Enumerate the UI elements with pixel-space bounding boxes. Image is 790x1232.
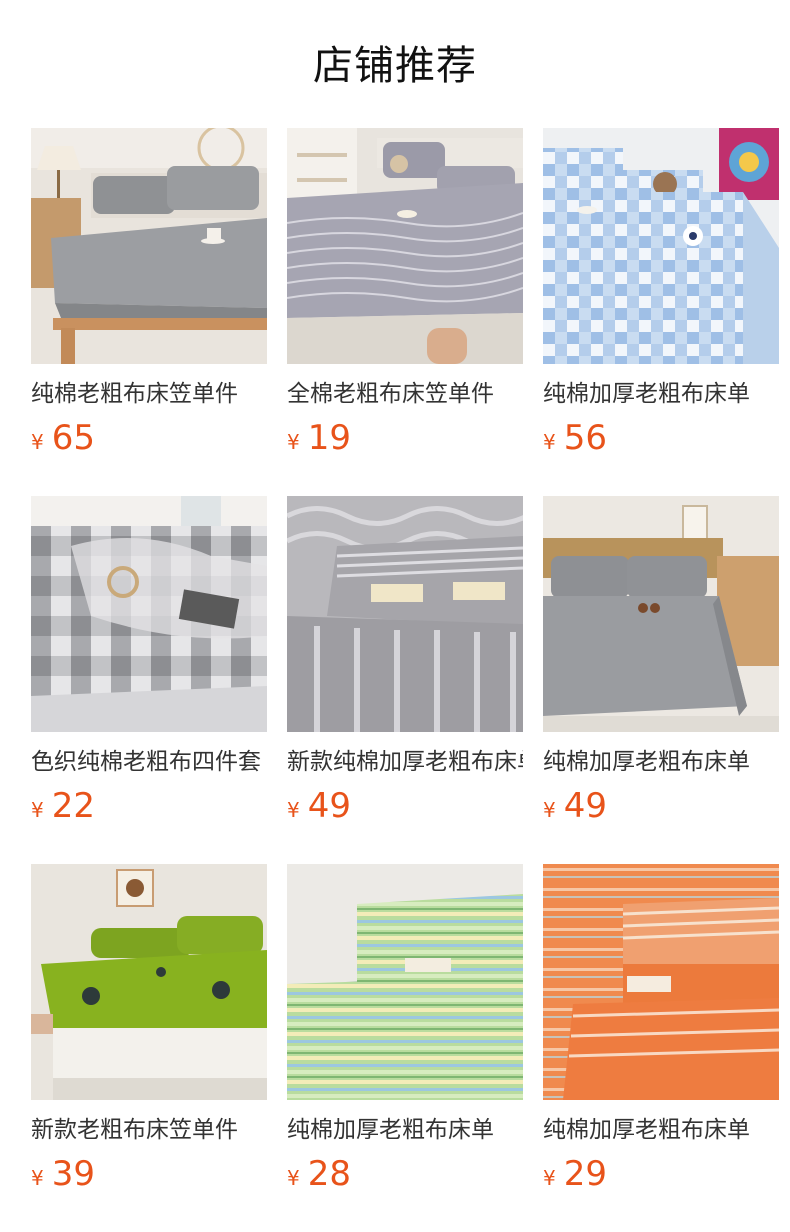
product-name[interactable]: 新款纯棉加厚老粗布床单 xyxy=(287,746,523,778)
product-image[interactable] xyxy=(543,496,779,732)
product-image[interactable] xyxy=(543,128,779,364)
product-name[interactable]: 纯棉加厚老粗布床单 xyxy=(543,1114,779,1146)
currency-symbol: ¥ xyxy=(31,1166,44,1190)
product-image[interactable] xyxy=(31,128,267,364)
price-value: 49 xyxy=(563,786,607,826)
product-name[interactable]: 全棉老粗布床笠单件 xyxy=(287,378,523,410)
product-card[interactable]: 色织纯棉老粗布四件套 ¥22 xyxy=(31,496,267,864)
price-value: 19 xyxy=(307,418,351,458)
product-name[interactable]: 纯棉老粗布床笠单件 xyxy=(31,378,267,410)
section-title: 店铺推荐 xyxy=(313,43,477,89)
product-name[interactable]: 纯棉加厚老粗布床单 xyxy=(287,1114,523,1146)
currency-symbol: ¥ xyxy=(31,430,44,454)
product-name[interactable]: 色织纯棉老粗布四件套 xyxy=(31,746,267,778)
product-image[interactable] xyxy=(287,496,523,732)
currency-symbol: ¥ xyxy=(543,1166,556,1190)
price-value: 28 xyxy=(307,1154,351,1194)
currency-symbol: ¥ xyxy=(287,1166,300,1190)
product-name[interactable]: 新款老粗布床笠单件 xyxy=(31,1114,267,1146)
currency-symbol: ¥ xyxy=(287,798,300,822)
product-price: ¥49 xyxy=(543,786,779,826)
product-grid: 纯棉老粗布床笠单件 ¥65 全棉老粗布床笠单件 ¥ 19 纯棉加厚老粗布床单 ¥… xyxy=(31,128,779,1232)
currency-symbol: ¥ xyxy=(31,798,44,822)
product-card[interactable]: 纯棉加厚老粗布床单 ¥29 xyxy=(543,864,779,1232)
product-price: ¥65 xyxy=(31,418,267,458)
product-price: ¥22 xyxy=(31,786,267,826)
price-value: 22 xyxy=(51,786,95,826)
price-value: 49 xyxy=(307,786,351,826)
product-card[interactable]: 新款纯棉加厚老粗布床单 ¥49 xyxy=(287,496,523,864)
product-image[interactable] xyxy=(31,864,267,1100)
price-value: 29 xyxy=(563,1154,607,1194)
product-name[interactable]: 纯棉加厚老粗布床单 xyxy=(543,378,779,410)
product-card[interactable]: 全棉老粗布床笠单件 ¥19 xyxy=(287,128,523,496)
product-name[interactable]: 纯棉加厚老粗布床单 xyxy=(543,746,779,778)
price-value: 65 xyxy=(51,418,95,458)
product-image[interactable] xyxy=(543,864,779,1100)
product-image[interactable] xyxy=(31,496,267,732)
product-image[interactable] xyxy=(287,864,523,1100)
currency-symbol: ¥ xyxy=(543,430,556,454)
product-price: ¥19 xyxy=(287,418,523,458)
product-price: ¥28 xyxy=(287,1154,523,1194)
product-card[interactable]: 纯棉加厚老粗布床单 ¥56 xyxy=(543,128,779,496)
price-value: 56 xyxy=(563,418,607,458)
currency-symbol: ¥ xyxy=(287,430,300,454)
shop-recommendations-page: 店铺推荐 纯棉老粗布床笠单件 ¥ 65 全棉老粗布床笠单件 ¥ 19 纯棉加厚老… xyxy=(0,0,790,1232)
product-card[interactable]: 纯棉加厚老粗布床单 ¥28 xyxy=(287,864,523,1232)
product-image[interactable] xyxy=(287,128,523,364)
product-price: ¥39 xyxy=(31,1154,267,1194)
product-price: ¥56 xyxy=(543,418,779,458)
product-card[interactable]: 纯棉加厚老粗布床单 ¥49 xyxy=(543,496,779,864)
product-price: ¥49 xyxy=(287,786,523,826)
price-value: 39 xyxy=(51,1154,95,1194)
currency-symbol: ¥ xyxy=(543,798,556,822)
product-card[interactable]: 纯棉老粗布床笠单件 ¥65 xyxy=(31,128,267,496)
product-card[interactable]: 新款老粗布床笠单件 ¥39 xyxy=(31,864,267,1232)
product-price: ¥29 xyxy=(543,1154,779,1194)
